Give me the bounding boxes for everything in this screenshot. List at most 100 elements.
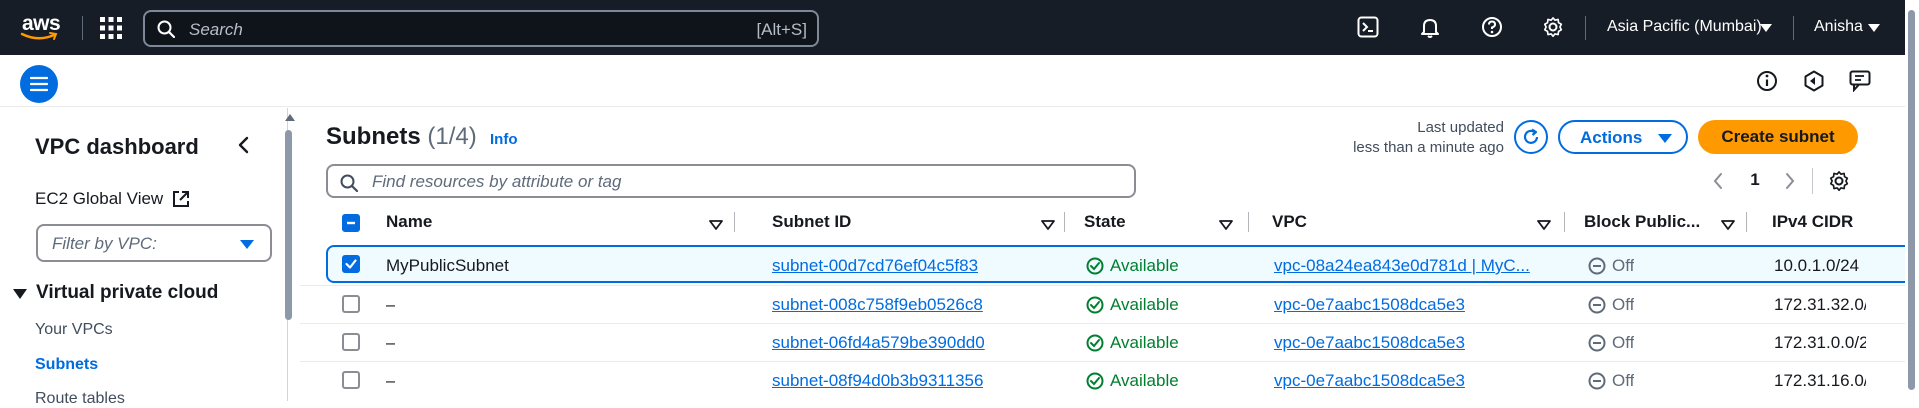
grid-icon[interactable]	[100, 17, 122, 39]
current-page[interactable]: 1	[1745, 170, 1765, 190]
sort-icon[interactable]	[1041, 220, 1055, 230]
region-selector[interactable]: Asia Pacific (Mumbai)	[1607, 18, 1762, 36]
scroll-up-icon[interactable]	[285, 114, 295, 121]
table-row[interactable]: – subnet-008c758f9eb0526c8 Available vpc…	[300, 285, 1919, 323]
aws-smile-icon	[20, 32, 58, 40]
vpc-filter-select[interactable]: Filter by VPC:	[36, 224, 272, 262]
feedback-icon[interactable]	[1849, 70, 1873, 92]
column-header-block-public-access[interactable]: Block Public...	[1584, 212, 1700, 232]
caret-down-icon[interactable]	[13, 289, 27, 299]
sidebar-section-virtual-private-cloud[interactable]: Virtual private cloud	[36, 282, 218, 304]
help-icon[interactable]	[1481, 16, 1505, 40]
page-scrollbar-thumb[interactable]	[1908, 10, 1915, 390]
column-header-vpc[interactable]: VPC	[1272, 212, 1307, 232]
column-divider[interactable]	[1564, 212, 1565, 232]
sort-icon[interactable]	[1721, 220, 1735, 230]
previous-page-icon[interactable]	[1712, 172, 1724, 190]
select-all-checkbox[interactable]	[342, 214, 360, 232]
row-checkbox[interactable]	[342, 295, 360, 313]
search-icon	[340, 174, 358, 192]
cell-subnet-id[interactable]: subnet-00d7cd76ef04c5f83	[772, 256, 978, 276]
page-scrollbar-track[interactable]	[1905, 0, 1919, 401]
sidebar-item-subnets[interactable]: Subnets	[35, 356, 98, 374]
cell-name: –	[386, 295, 396, 314]
row-checkbox[interactable]	[342, 255, 360, 273]
page-title-text: Subnets	[326, 123, 421, 150]
table-filter-placeholder: Find resources by attribute or tag	[372, 172, 622, 191]
status-available-icon	[1086, 372, 1104, 390]
side-navigation: VPC dashboard EC2 Global View Filter by …	[0, 108, 295, 407]
column-divider[interactable]	[1248, 212, 1249, 232]
insights-icon[interactable]	[1803, 70, 1825, 92]
cell-vpc[interactable]: vpc-0e7aabc1508dca5e3	[1274, 371, 1554, 391]
table-row[interactable]: – subnet-06fd4a579be390dd0 Available vpc…	[300, 323, 1919, 361]
global-search-input[interactable]: Search [Alt+S]	[143, 10, 819, 47]
actions-label: Actions	[1580, 128, 1643, 147]
menu-icon[interactable]	[20, 65, 58, 103]
cell-subnet-id[interactable]: subnet-06fd4a579be390dd0	[772, 333, 985, 353]
collapse-sidebar-icon[interactable]	[236, 136, 250, 154]
sidebar-scrollbar[interactable]	[285, 130, 292, 320]
cell-ipv4-cidr: 172.31.16.0/20	[1774, 371, 1866, 390]
row-checkbox[interactable]	[342, 333, 360, 351]
status-available-icon	[1086, 257, 1104, 275]
row-checkbox[interactable]	[342, 371, 360, 389]
refresh-icon	[1523, 128, 1539, 144]
nav-divider	[1793, 16, 1794, 40]
cloudshell-icon[interactable]	[1357, 16, 1381, 40]
column-header-subnet-id[interactable]: Subnet ID	[772, 212, 851, 232]
cell-vpc[interactable]: vpc-08a24ea843e0d781d | MyC...	[1274, 256, 1554, 276]
column-header-ipv4-cidr[interactable]: IPv4 CIDR	[1772, 212, 1853, 232]
chevron-down-icon	[240, 240, 254, 249]
status-available-icon	[1086, 334, 1104, 352]
sidebar-item-your-vpcs[interactable]: Your VPCs	[35, 321, 113, 339]
status-off-icon	[1588, 257, 1606, 275]
table-filter-input[interactable]: Find resources by attribute or tag	[326, 164, 1136, 198]
status-off-icon	[1588, 372, 1606, 390]
cell-vpc[interactable]: vpc-0e7aabc1508dca5e3	[1274, 295, 1554, 315]
sidebar-title[interactable]: VPC dashboard	[35, 134, 199, 160]
column-divider[interactable]	[734, 212, 735, 232]
cell-vpc[interactable]: vpc-0e7aabc1508dca5e3	[1274, 333, 1554, 353]
next-page-icon[interactable]	[1784, 172, 1796, 190]
column-divider[interactable]	[1746, 212, 1747, 232]
refresh-button[interactable]	[1514, 120, 1548, 154]
create-subnet-button[interactable]: Create subnet	[1698, 120, 1858, 154]
sidebar-item-route-tables[interactable]: Route tables	[35, 390, 125, 408]
actions-button[interactable]: Actions	[1558, 120, 1688, 154]
sort-icon[interactable]	[709, 220, 723, 230]
table-row[interactable]: MyPublicSubnet subnet-00d7cd76ef04c5f83 …	[326, 245, 1919, 283]
gear-icon[interactable]	[1828, 170, 1850, 192]
sort-icon[interactable]	[1219, 220, 1233, 230]
console-subbar	[0, 55, 1919, 107]
cell-subnet-id[interactable]: subnet-008c758f9eb0526c8	[772, 295, 983, 315]
aws-logo[interactable]: aws	[18, 12, 66, 44]
page-title: Subnets (1/4)	[326, 123, 477, 151]
cell-name: –	[386, 371, 396, 390]
indeterminate-icon	[347, 221, 355, 225]
last-updated-label: Last updated	[1417, 119, 1504, 136]
check-icon	[345, 259, 357, 269]
last-updated-value: less than a minute ago	[1353, 139, 1504, 156]
chevron-down-icon	[1658, 134, 1672, 143]
cell-block-public-access: Off	[1612, 371, 1635, 390]
status-off-icon	[1588, 334, 1606, 352]
cell-state: Available	[1110, 295, 1179, 314]
info-link[interactable]: Info	[490, 131, 518, 148]
table-row[interactable]: – subnet-08f94d0b3b9311356 Available vpc…	[300, 361, 1919, 399]
column-divider[interactable]	[1064, 212, 1065, 232]
gear-icon[interactable]	[1542, 16, 1566, 40]
main-content: Subnets (1/4) Info Last updated less tha…	[300, 108, 1919, 401]
cell-subnet-id[interactable]: subnet-08f94d0b3b9311356	[772, 371, 983, 391]
cell-name: MyPublicSubnet	[386, 256, 509, 275]
bell-icon[interactable]	[1419, 16, 1443, 40]
column-header-state[interactable]: State	[1084, 212, 1126, 232]
cell-state: Available	[1110, 256, 1179, 275]
sidebar-item-ec2-global-view[interactable]: EC2 Global View	[35, 189, 163, 209]
sort-icon[interactable]	[1537, 220, 1551, 230]
chevron-down-icon[interactable]	[1760, 24, 1772, 32]
column-header-name[interactable]: Name	[386, 212, 432, 232]
chevron-down-icon[interactable]	[1868, 24, 1880, 32]
info-icon[interactable]	[1756, 70, 1778, 92]
user-menu[interactable]: Anisha	[1814, 18, 1863, 36]
